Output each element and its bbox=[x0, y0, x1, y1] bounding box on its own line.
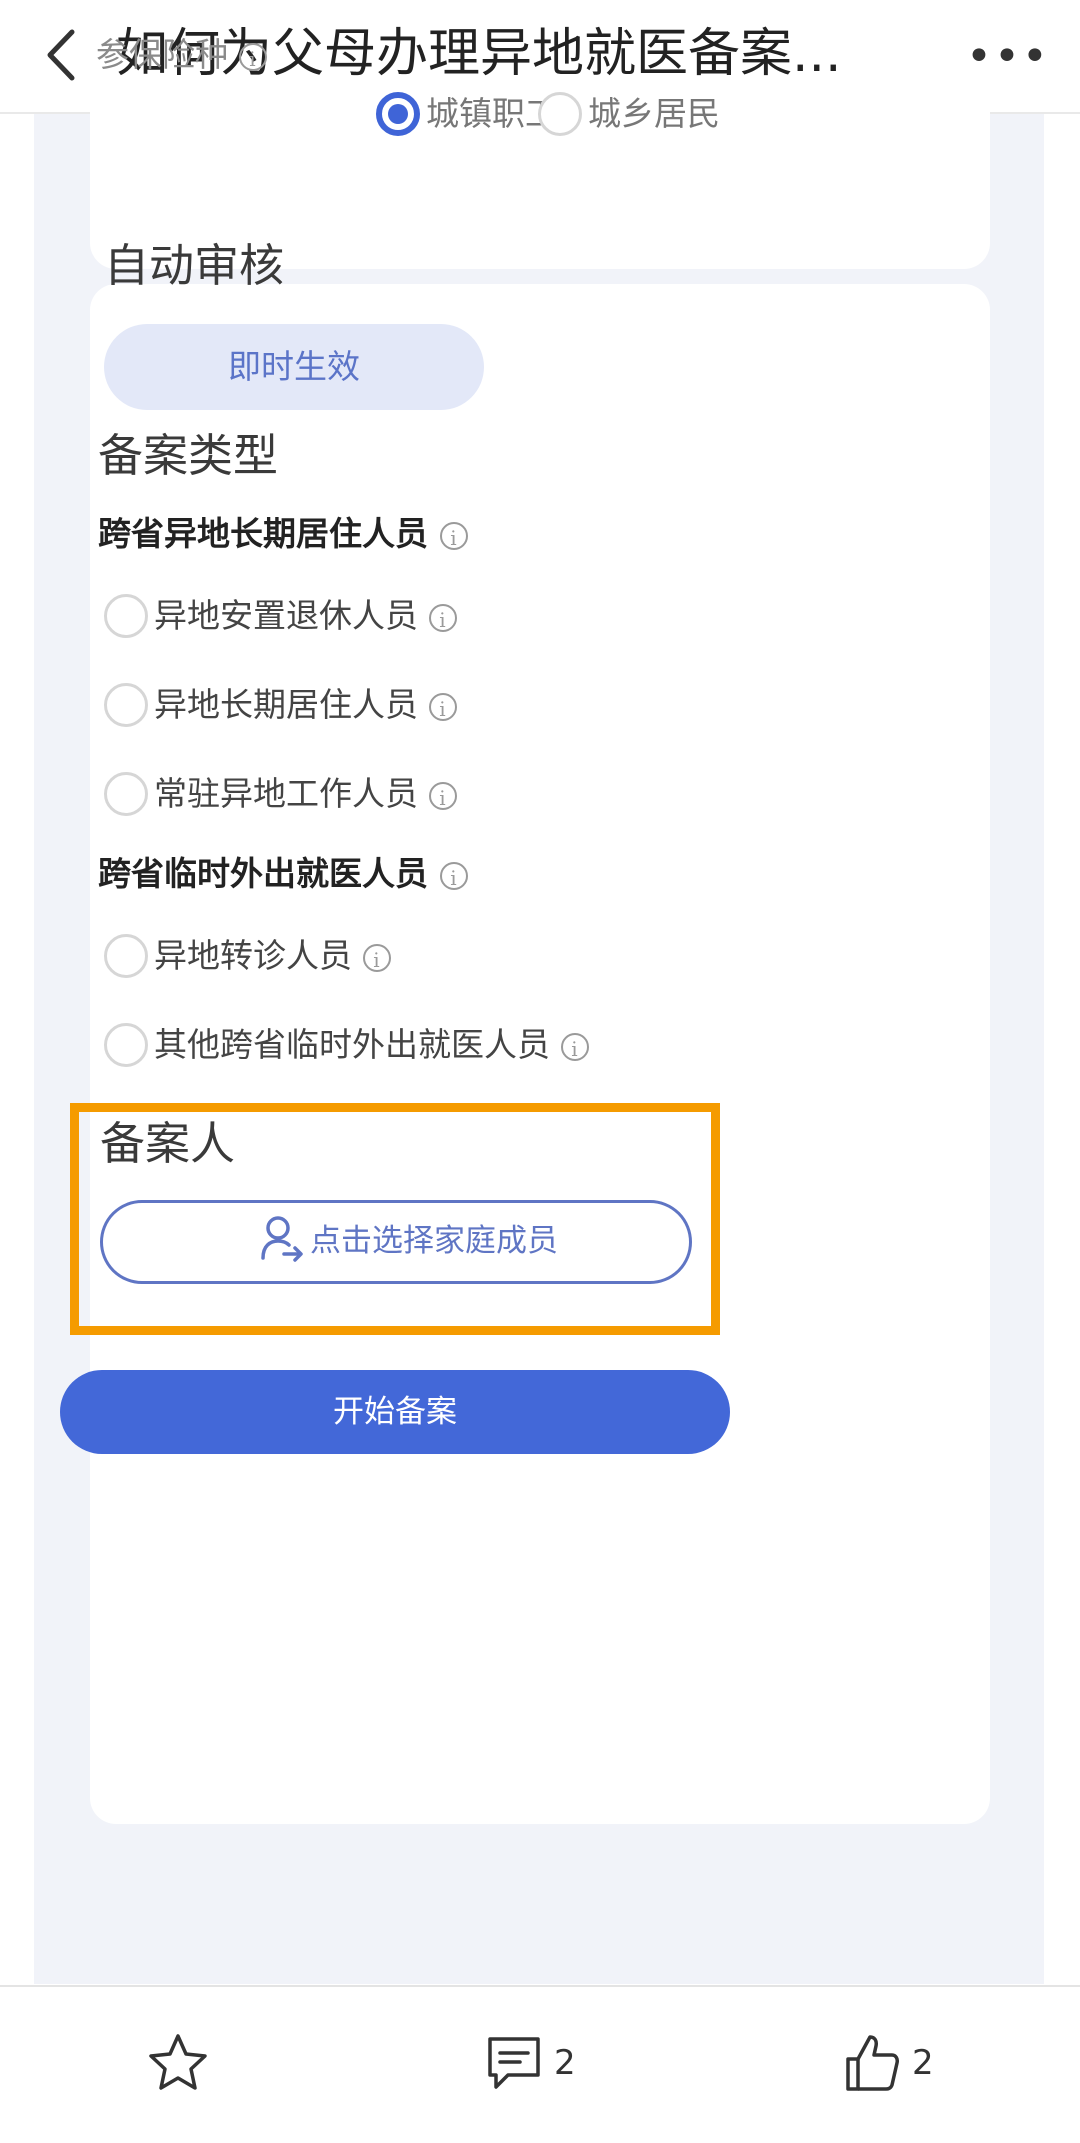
insurance-type-label: 参保险种 i bbox=[96, 20, 267, 90]
auto-review-title: 自动审核 bbox=[104, 239, 285, 292]
info-icon[interactable]: i bbox=[428, 692, 457, 721]
thumbs-up-icon bbox=[846, 2035, 899, 2091]
like-count: 2 bbox=[912, 2043, 934, 2083]
highlight-box bbox=[70, 1103, 720, 1335]
like-button[interactable]: 2 bbox=[840, 2031, 934, 2095]
radio-urban-rural-resident[interactable] bbox=[538, 92, 582, 136]
comment-button[interactable]: 2 bbox=[482, 2031, 576, 2095]
info-icon[interactable]: i bbox=[428, 603, 457, 632]
immediate-effect-pill: 即时生效 bbox=[104, 324, 484, 410]
chevron-left-icon[interactable] bbox=[34, 20, 94, 90]
start-filing-button[interactable]: 开始备案 bbox=[60, 1370, 730, 1454]
option-label: 异地安置退休人员 i bbox=[154, 586, 457, 646]
option-label: 常驻异地工作人员 i bbox=[154, 764, 457, 824]
radio-button[interactable] bbox=[104, 772, 148, 816]
favorite-button[interactable] bbox=[146, 2031, 210, 2095]
radio-urban-employee[interactable] bbox=[376, 92, 420, 136]
bottom-action-bar: 2 2 bbox=[0, 1985, 1080, 2143]
more-dots-icon[interactable]: ••• bbox=[966, 22, 1048, 92]
info-icon[interactable]: i bbox=[560, 1032, 589, 1061]
group-long-term-title: 跨省异地长期居住人员 i bbox=[98, 504, 468, 564]
radio-button[interactable] bbox=[104, 1023, 148, 1067]
radio-button[interactable] bbox=[104, 934, 148, 978]
group-temporary-title: 跨省临时外出就医人员 i bbox=[98, 844, 468, 904]
comment-icon bbox=[488, 2037, 540, 2089]
comment-count: 2 bbox=[554, 2043, 576, 2083]
info-icon[interactable]: i bbox=[238, 42, 267, 71]
info-icon[interactable]: i bbox=[362, 943, 391, 972]
option-label: 异地转诊人员 i bbox=[154, 926, 391, 986]
info-icon[interactable]: i bbox=[428, 781, 457, 810]
radio-button[interactable] bbox=[104, 683, 148, 727]
radio-urban-rural-resident-label: 城乡居民 bbox=[588, 94, 720, 133]
option-label: 异地长期居住人员 i bbox=[154, 675, 457, 735]
option-label: 其他跨省临时外出就医人员 i bbox=[154, 1015, 589, 1075]
info-icon[interactable]: i bbox=[439, 861, 468, 890]
record-type-title: 备案类型 bbox=[98, 429, 279, 482]
star-icon bbox=[149, 2034, 207, 2090]
info-icon[interactable]: i bbox=[439, 521, 468, 550]
radio-button[interactable] bbox=[104, 594, 148, 638]
